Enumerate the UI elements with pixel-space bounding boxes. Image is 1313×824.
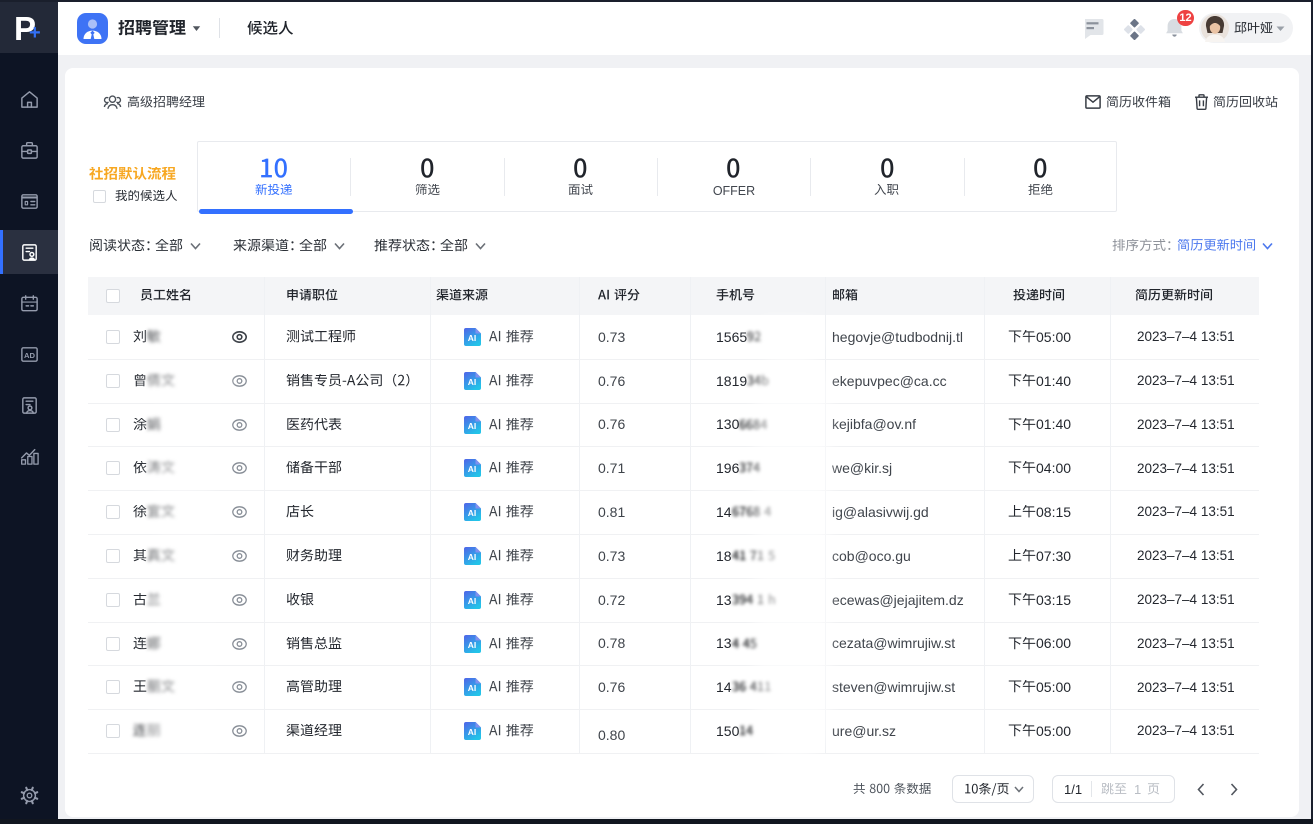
- svg-text:AI: AI: [468, 377, 477, 387]
- svg-text:AI: AI: [468, 421, 477, 431]
- svg-text:AI: AI: [468, 683, 477, 693]
- svg-text:AI: AI: [468, 727, 477, 737]
- svg-text:AI: AI: [468, 508, 477, 518]
- svg-text:AI: AI: [468, 333, 477, 343]
- svg-text:AD: AD: [24, 351, 36, 360]
- svg-text:AI: AI: [468, 596, 477, 606]
- svg-text:AI: AI: [468, 640, 477, 650]
- svg-text:AI: AI: [468, 464, 477, 474]
- svg-text:AI: AI: [468, 552, 477, 562]
